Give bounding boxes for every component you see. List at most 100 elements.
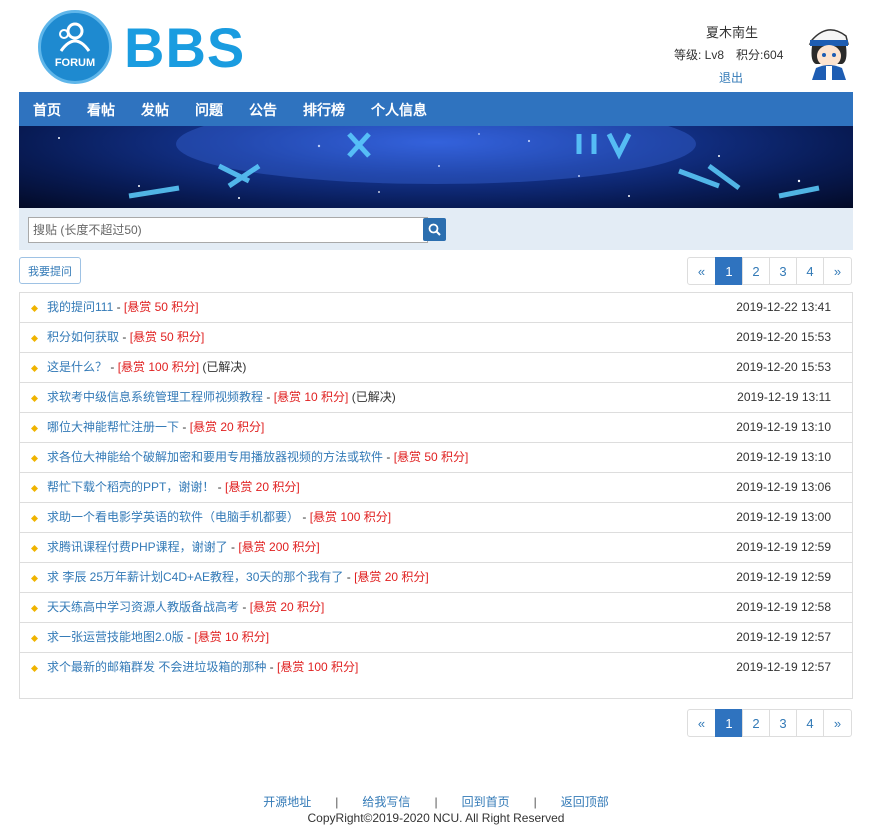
question-title-link[interactable]: 求 李辰 25万年薪计划C4D+AE教程，30天的那个我有了: [47, 570, 343, 584]
nav-browse-posts[interactable]: 看帖: [74, 92, 128, 128]
reward-text: [悬赏 100 积分]: [117, 360, 200, 374]
forum-logo[interactable]: FORUM: [38, 10, 112, 84]
pagination-page[interactable]: 4: [796, 709, 824, 737]
banner-image: [19, 126, 853, 208]
pagination-top: « 1 2 3 4 »: [687, 257, 852, 285]
ask-question-button[interactable]: 我要提问: [19, 257, 81, 284]
bullet-icon: [31, 305, 38, 312]
footer-link-source[interactable]: 开源地址: [263, 795, 311, 809]
pagination-page[interactable]: 3: [769, 709, 797, 737]
logout-link[interactable]: 退出: [719, 69, 743, 86]
reward-text: [悬赏 20 积分]: [189, 420, 265, 434]
pagination-page[interactable]: 1: [715, 257, 743, 285]
question-title-link[interactable]: 积分如何获取: [47, 330, 119, 344]
reward-text: [悬赏 10 积分]: [194, 630, 270, 644]
logo-wordmark: BBS: [124, 16, 246, 79]
list-item: 求腾讯课程付费PHP课程，谢谢了 - [悬赏 200 积分] 2019-12-1…: [20, 533, 852, 563]
pagination-page[interactable]: 2: [742, 257, 770, 285]
reward-text: [悬赏 10 积分]: [273, 390, 349, 404]
question-time: 2019-12-19 13:10: [736, 420, 831, 434]
list-item: 求 李辰 25万年薪计划C4D+AE教程，30天的那个我有了 - [悬赏 20 …: [20, 563, 852, 593]
nav-leaderboard[interactable]: 排行榜: [290, 92, 358, 128]
users-icon: [59, 22, 91, 52]
list-item: 求各位大神能给个破解加密和要用专用播放器视频的方法或软件 - [悬赏 50 积分…: [20, 443, 852, 473]
reward-text: [悬赏 200 积分]: [238, 540, 320, 554]
nav-questions[interactable]: 问题: [182, 92, 236, 128]
question-title-link[interactable]: 求各位大神能给个破解加密和要用专用播放器视频的方法或软件: [47, 450, 383, 464]
question-time: 2019-12-20 15:53: [736, 360, 831, 374]
pagination-page[interactable]: 1: [715, 709, 743, 737]
copyright: CopyRight©2019-2020 NCU. All Right Reser…: [307, 811, 565, 825]
question-time: 2019-12-19 12:58: [736, 600, 831, 614]
pagination-page[interactable]: 2: [742, 709, 770, 737]
pagination-next[interactable]: »: [823, 709, 852, 737]
avatar[interactable]: [802, 22, 854, 80]
question-title-link[interactable]: 求个最新的邮箱群发 不会进垃圾箱的那种: [47, 660, 266, 674]
footer-link-top[interactable]: 返回顶部: [561, 795, 609, 809]
bullet-icon: [31, 515, 38, 522]
bullet-icon: [31, 455, 38, 462]
reward-text: [悬赏 20 积分]: [225, 480, 300, 494]
question-time: 2019-12-19 12:57: [736, 660, 831, 674]
footer-link-home[interactable]: 回到首页: [462, 795, 510, 809]
question-list: 我的提问111 - [悬赏 50 积分] 2019-12-22 13:41 积分…: [19, 292, 853, 699]
bullet-icon: [31, 665, 38, 672]
question-title-link[interactable]: 帮忙下载个稻壳的PPT，谢谢！: [47, 480, 214, 494]
bullet-icon: [31, 575, 38, 582]
search-bar: [19, 208, 853, 250]
pagination-page[interactable]: 4: [796, 257, 824, 285]
question-time: 2019-12-19 13:06: [736, 480, 831, 494]
status-text: (已解决): [202, 360, 247, 374]
question-title-link[interactable]: 天天练高中学习资源人教版备战高考: [47, 600, 239, 614]
question-title-link[interactable]: 这是什么？: [47, 360, 107, 374]
question-time: 2019-12-19 13:10: [736, 450, 831, 464]
main-nav: 首页 看帖 发帖 问题 公告 排行榜 个人信息: [19, 92, 853, 126]
user-name: 夏木南生: [706, 25, 759, 40]
search-input[interactable]: [28, 217, 428, 243]
list-item: 我的提问111 - [悬赏 50 积分] 2019-12-22 13:41: [20, 293, 852, 323]
nav-home[interactable]: 首页: [19, 92, 74, 128]
list-item: 求一张运营技能地图2.0版 - [悬赏 10 积分] 2019-12-19 12…: [20, 623, 852, 653]
bullet-icon: [31, 635, 38, 642]
pagination-next[interactable]: »: [823, 257, 852, 285]
nav-profile[interactable]: 个人信息: [358, 92, 440, 128]
list-item: 这是什么？ - [悬赏 100 积分] (已解决) 2019-12-20 15:…: [20, 353, 852, 383]
question-title-link[interactable]: 求助一个看电影学英语的软件（电脑手机都要）: [47, 510, 299, 524]
question-time: 2019-12-19 12:59: [736, 570, 831, 584]
bullet-icon: [31, 365, 38, 372]
bullet-icon: [31, 335, 38, 342]
bullet-icon: [31, 485, 38, 492]
question-title-link[interactable]: 哪位大神能帮忙注册一下: [47, 420, 179, 434]
reward-text: [悬赏 100 积分]: [277, 660, 359, 674]
nav-new-post[interactable]: 发帖: [128, 92, 182, 128]
reward-text: [悬赏 100 积分]: [309, 510, 392, 524]
footer-separator: |: [533, 795, 537, 809]
reward-text: [悬赏 50 积分]: [129, 330, 205, 344]
status-text: (已解决): [351, 390, 396, 404]
footer-links: 开源地址 | 给我写信 | 回到首页 | 返回顶部: [0, 793, 872, 810]
question-title-link[interactable]: 我的提问111: [47, 300, 113, 314]
logo-badge-text: FORUM: [54, 57, 96, 69]
question-title-link[interactable]: 求腾讯课程付费PHP课程，谢谢了: [47, 540, 228, 554]
pagination-prev[interactable]: «: [687, 257, 716, 285]
list-item: 求个最新的邮箱群发 不会进垃圾箱的那种 - [悬赏 100 积分] 2019-1…: [20, 653, 852, 683]
question-time: 2019-12-19 12:59: [736, 540, 831, 554]
search-icon: [428, 223, 441, 236]
question-time: 2019-12-20 15:53: [736, 330, 831, 344]
search-button[interactable]: [423, 218, 446, 241]
question-title-link[interactable]: 求软考中级信息系统管理工程师视频教程: [47, 390, 263, 404]
question-time: 2019-12-19 13:11: [737, 390, 831, 404]
user-stats: 等级: Lv8 积分:604: [674, 46, 795, 63]
reward-text: [悬赏 50 积分]: [393, 450, 469, 464]
question-time: 2019-12-19 12:57: [736, 630, 831, 644]
nav-announcements[interactable]: 公告: [236, 92, 290, 128]
pagination-page[interactable]: 3: [769, 257, 797, 285]
bullet-icon: [31, 545, 38, 552]
pagination-bottom: « 1 2 3 4 »: [687, 709, 852, 737]
bullet-icon: [31, 395, 38, 402]
reward-text: [悬赏 20 积分]: [354, 570, 429, 584]
reward-text: [悬赏 50 积分]: [123, 300, 199, 314]
pagination-prev[interactable]: «: [687, 709, 716, 737]
question-title-link[interactable]: 求一张运营技能地图2.0版: [47, 630, 184, 644]
footer-link-mail[interactable]: 给我写信: [362, 795, 410, 809]
